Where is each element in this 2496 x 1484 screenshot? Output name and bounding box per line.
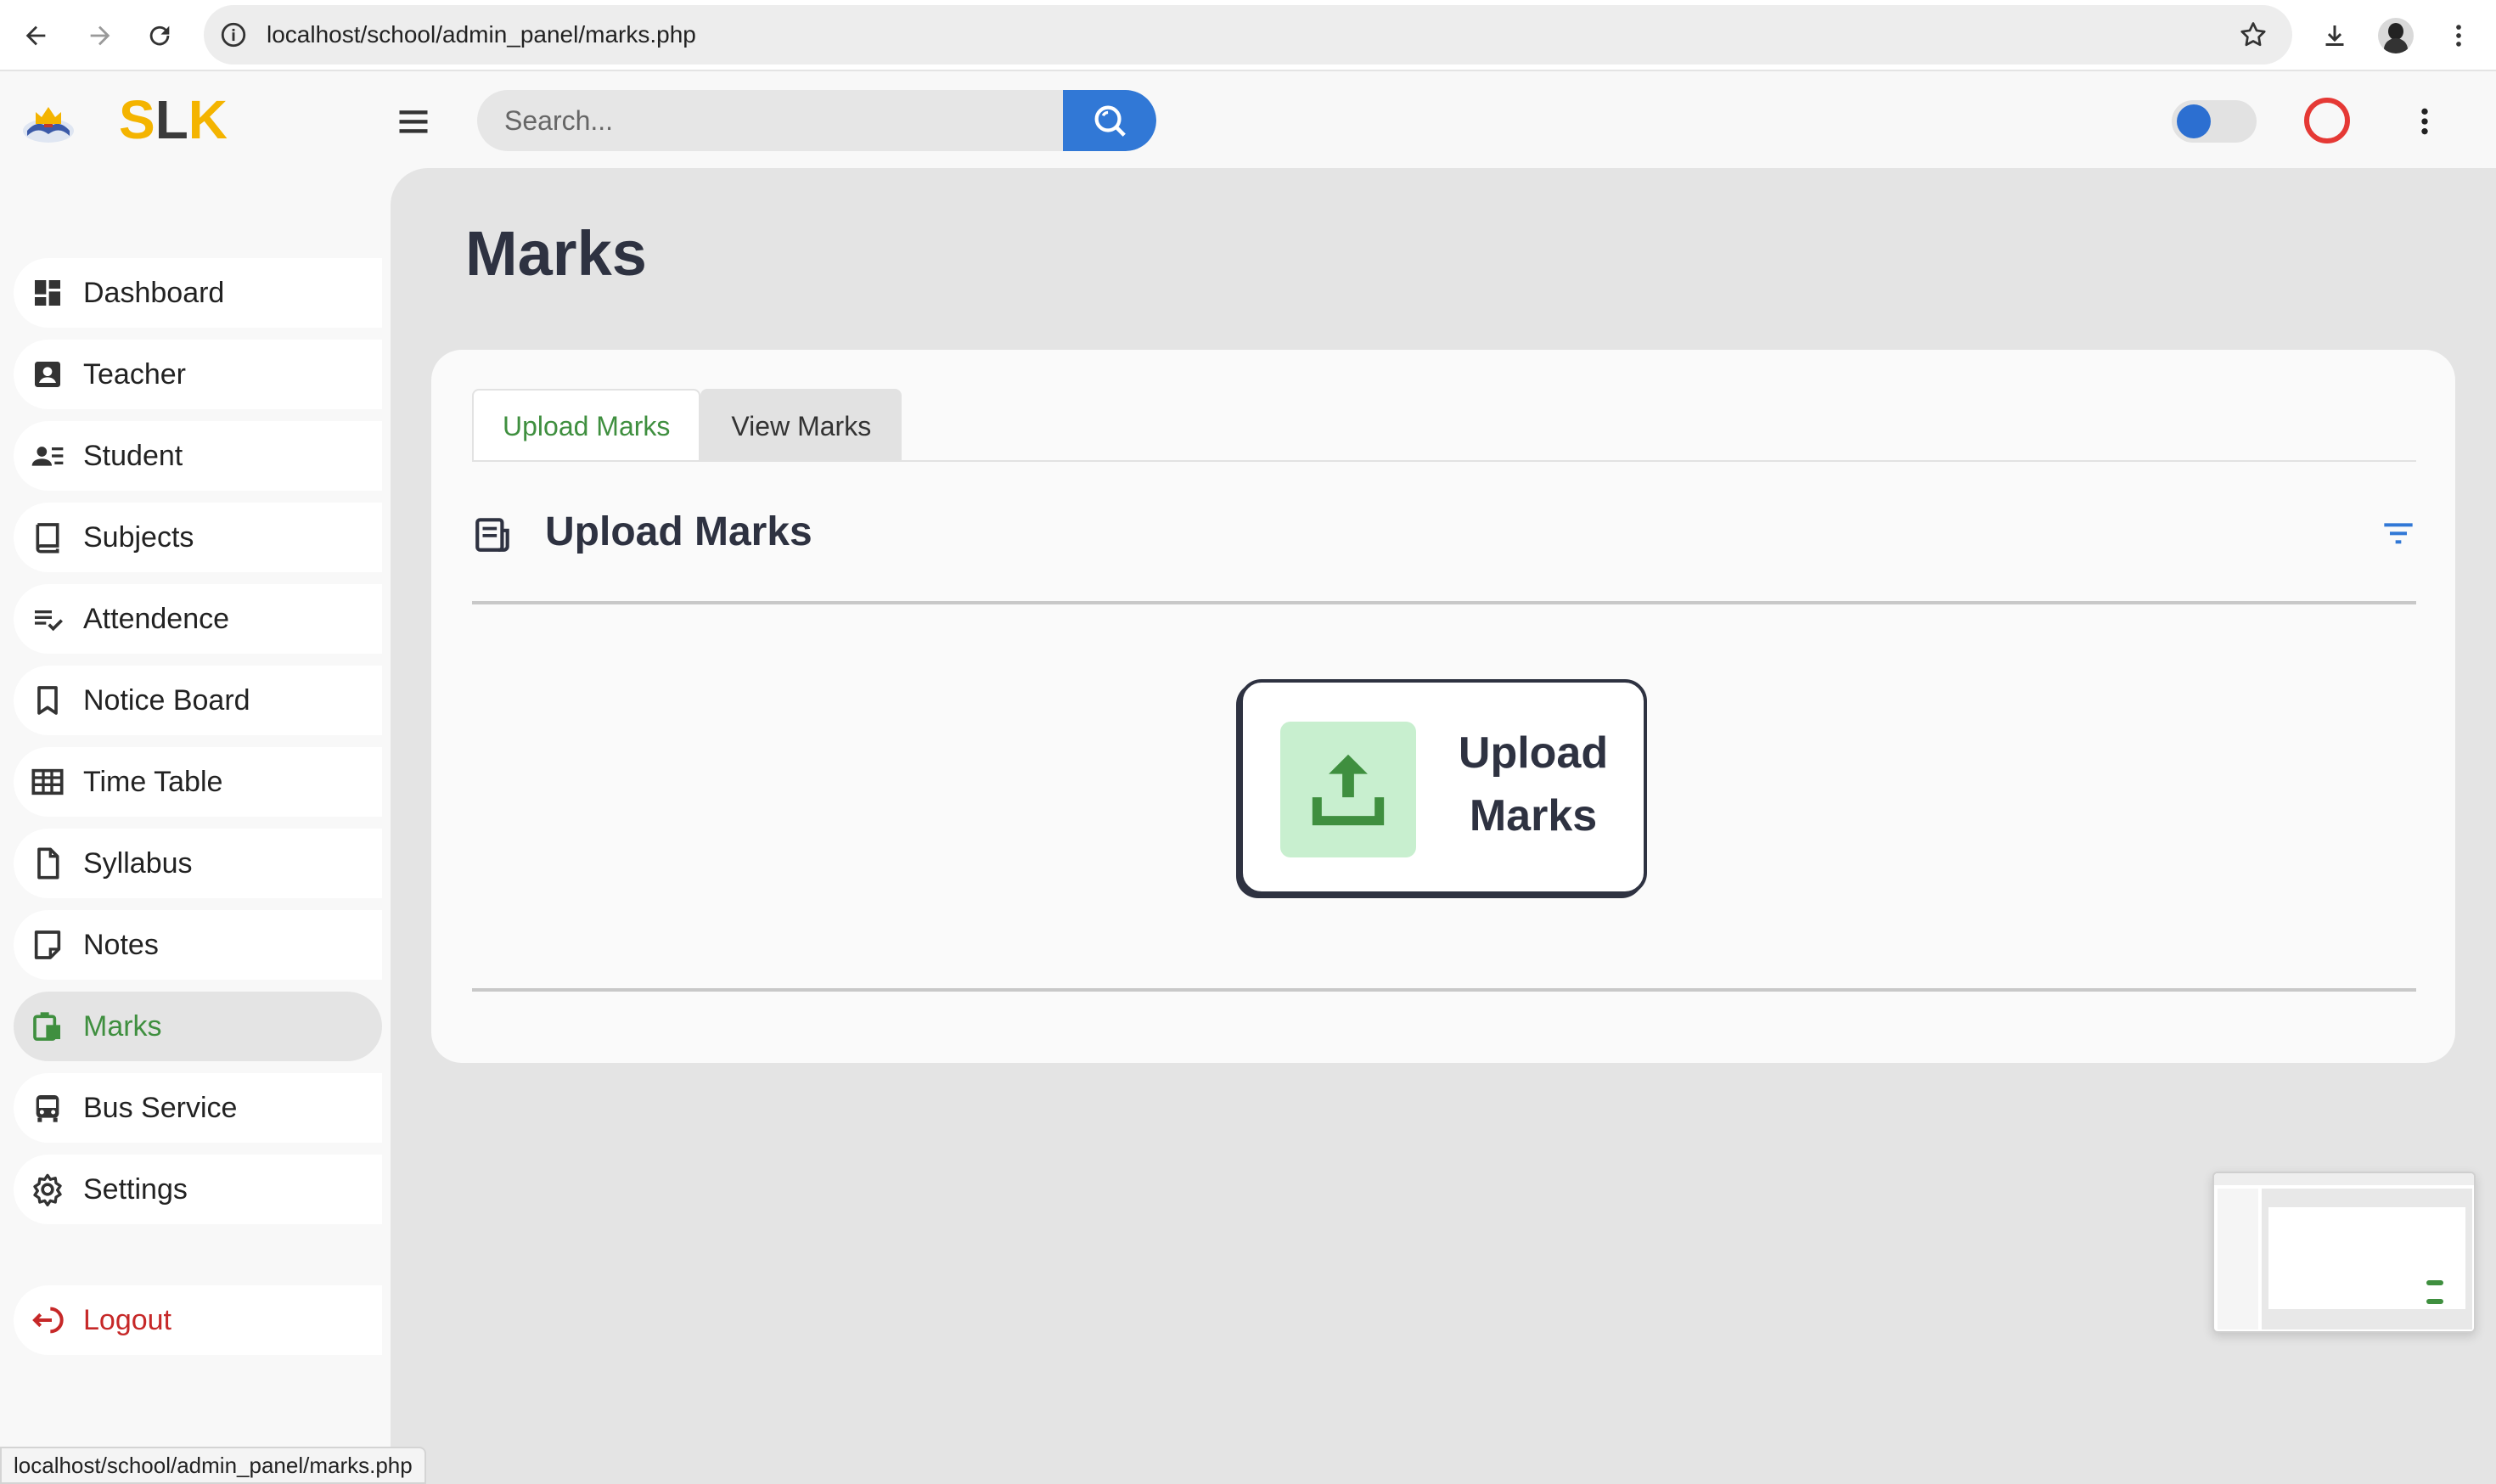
profile-button[interactable]: [2372, 12, 2420, 59]
section-divider-top: [472, 601, 2416, 604]
tab-view-marks[interactable]: View Marks: [700, 389, 902, 462]
theme-toggle[interactable]: [2172, 100, 2257, 143]
browser-toolbar: localhost/school/admin_panel/marks.php: [0, 0, 2496, 71]
forward-button[interactable]: [76, 12, 124, 59]
search-input[interactable]: [477, 90, 1063, 151]
checklist-icon: [31, 602, 65, 636]
teacher-icon: [31, 357, 65, 391]
school-logo-icon: [23, 107, 74, 143]
bookmark-star-icon[interactable]: [2238, 20, 2268, 50]
search-icon: [1094, 105, 1126, 137]
brand-letter-l: L: [155, 89, 188, 150]
brand-name: SLK: [119, 88, 228, 151]
search-button[interactable]: [1063, 90, 1156, 151]
thumbnail-sidebar: [2218, 1189, 2258, 1329]
sidebar-item-bus-service[interactable]: Bus Service: [14, 1073, 382, 1143]
vertical-dots-icon: [2421, 108, 2428, 135]
forward-arrow-icon: [90, 25, 110, 46]
sidebar-item-student[interactable]: Student: [14, 421, 382, 491]
sidebar-item-label: Dashboard: [83, 276, 225, 309]
note-icon: [31, 928, 65, 962]
sidebar-item-notes[interactable]: Notes: [14, 910, 382, 980]
sidebar-item-label: Student: [83, 439, 183, 472]
reload-icon: [149, 25, 170, 46]
upload-icon-container: [1280, 722, 1416, 857]
menu-toggle-button[interactable]: [392, 100, 435, 143]
search-bar: [477, 90, 1156, 151]
marks-icon: [31, 1009, 65, 1043]
sidebar-item-label: Marks: [83, 1009, 162, 1043]
info-icon[interactable]: [219, 20, 248, 49]
page-title: Marks: [465, 218, 647, 289]
reload-button[interactable]: [136, 12, 183, 59]
tab-divider: [472, 460, 2416, 462]
brand-letter-k: K: [188, 89, 228, 150]
browser-menu-button[interactable]: [2435, 12, 2482, 59]
hamburger-icon: [399, 110, 428, 133]
document-icon: [475, 518, 509, 552]
table-icon: [31, 765, 65, 799]
book-icon: [31, 520, 65, 554]
back-button[interactable]: [12, 12, 59, 59]
sidebar: SLK Dashboard Teacher Student Subjects A…: [0, 73, 391, 1484]
file-icon: [31, 846, 65, 880]
tabs: Upload Marks View Marks: [472, 389, 902, 462]
sidebar-item-subjects[interactable]: Subjects: [14, 503, 382, 572]
sidebar-item-label: Time Table: [83, 765, 223, 798]
section-divider-bottom: [472, 988, 2416, 992]
more-options-button[interactable]: [2408, 100, 2442, 143]
sidebar-item-label: Attendence: [83, 602, 230, 635]
filter-icon[interactable]: [2381, 516, 2416, 550]
download-button[interactable]: [2311, 12, 2358, 59]
status-bar-url: localhost/school/admin_panel/marks.php: [0, 1447, 426, 1484]
url-text: localhost/school/admin_panel/marks.php: [267, 21, 696, 48]
dashboard-icon: [31, 276, 65, 310]
sidebar-item-notice-board[interactable]: Notice Board: [14, 666, 382, 735]
brand-letter-s: S: [119, 89, 155, 150]
section-title: Upload Marks: [545, 509, 812, 554]
sidebar-item-label: Bus Service: [83, 1091, 238, 1124]
sidebar-item-label: Notice Board: [83, 683, 250, 717]
notification-ring-icon[interactable]: [2304, 98, 2350, 143]
bookmark-icon: [31, 683, 65, 717]
section-header: Upload Marks: [472, 503, 2416, 562]
upload-label-line1: Upload: [1458, 728, 1609, 778]
logout-button[interactable]: Logout: [14, 1285, 382, 1355]
sidebar-item-label: Teacher: [83, 357, 186, 391]
logout-icon: [31, 1303, 65, 1337]
thumbnail-badge: [2426, 1299, 2443, 1304]
sidebar-item-teacher[interactable]: Teacher: [14, 340, 382, 409]
window-preview-thumbnail[interactable]: [2212, 1172, 2476, 1333]
thumbnail-toolbar: [2214, 1173, 2474, 1185]
student-icon: [31, 439, 65, 473]
address-bar[interactable]: localhost/school/admin_panel/marks.php: [204, 5, 2292, 65]
sidebar-item-label: Subjects: [83, 520, 194, 554]
upload-button-label: Upload Marks: [1440, 722, 1627, 847]
marks-card: Upload Marks View Marks Upload Marks Upl…: [431, 350, 2455, 1063]
sidebar-item-time-table[interactable]: Time Table: [14, 747, 382, 817]
avatar: [2378, 18, 2414, 53]
upload-marks-button[interactable]: Upload Marks: [1240, 679, 1647, 895]
tab-upload-marks[interactable]: Upload Marks: [472, 389, 701, 462]
gear-icon: [31, 1172, 65, 1206]
download-icon: [2325, 25, 2344, 46]
sidebar-menu: Dashboard Teacher Student Subjects Atten…: [14, 258, 382, 1236]
sidebar-item-label: Syllabus: [83, 846, 193, 880]
upload-label-line2: Marks: [1469, 791, 1598, 840]
back-arrow-icon: [25, 25, 46, 46]
thumbnail-card: [2268, 1207, 2465, 1309]
vertical-dots-icon: [2456, 25, 2461, 47]
bus-icon: [31, 1091, 65, 1125]
main-content: Marks Upload Marks View Marks Upload Mar…: [391, 168, 2496, 1484]
sidebar-item-dashboard[interactable]: Dashboard: [14, 258, 382, 328]
sidebar-item-label: Notes: [83, 928, 159, 961]
logout-label: Logout: [83, 1303, 171, 1336]
sidebar-item-syllabus[interactable]: Syllabus: [14, 829, 382, 898]
sidebar-item-marks[interactable]: Marks: [14, 992, 382, 1061]
sidebar-item-settings[interactable]: Settings: [14, 1155, 382, 1224]
thumbnail-badge: [2426, 1280, 2443, 1285]
upload-icon: [1312, 754, 1385, 826]
sidebar-item-attendence[interactable]: Attendence: [14, 584, 382, 654]
sidebar-item-label: Settings: [83, 1172, 188, 1206]
